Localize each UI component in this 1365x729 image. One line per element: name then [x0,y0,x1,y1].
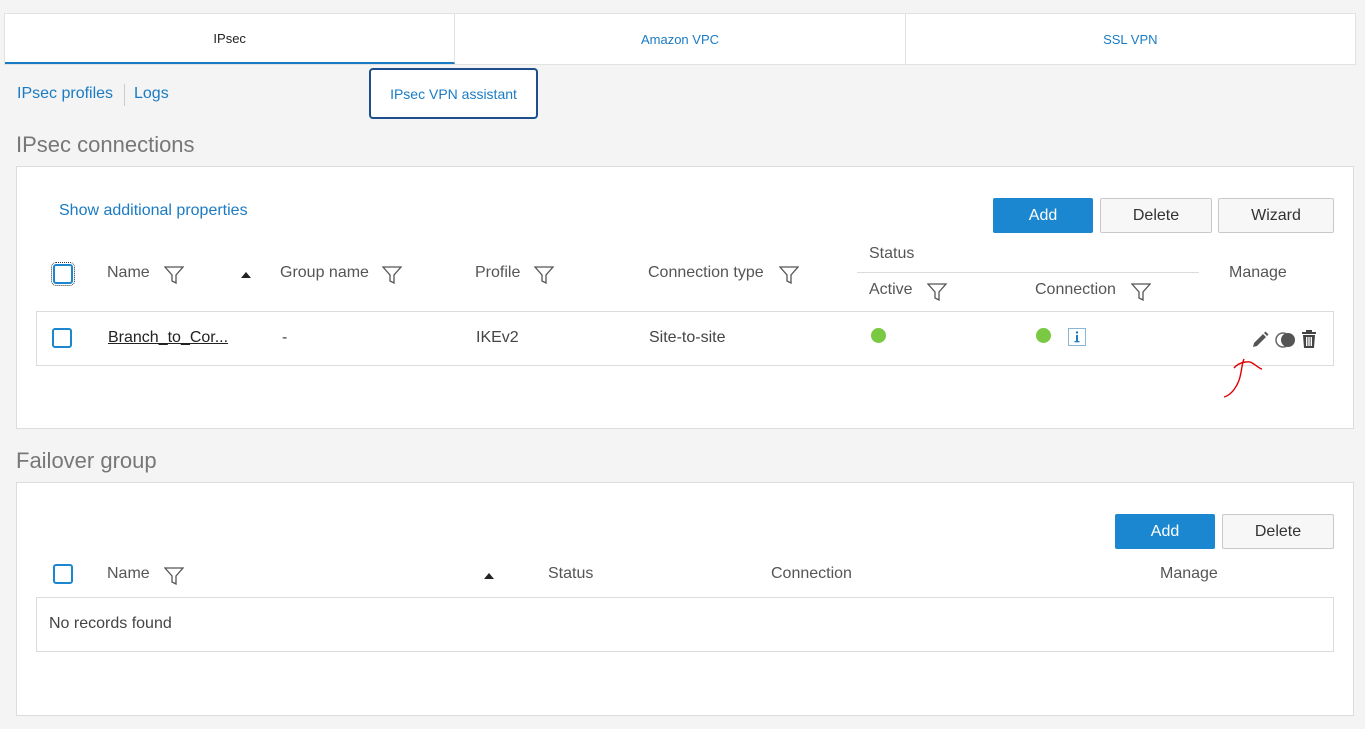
failover-column-header-name[interactable]: Name [107,565,150,583]
column-header-name[interactable]: Name [107,264,150,282]
logs-link[interactable]: Logs [134,85,169,103]
profile-filter-icon[interactable] [534,266,554,284]
trash-icon[interactable] [1300,329,1318,349]
row-checkbox[interactable] [52,328,72,348]
connection-name-link[interactable]: Branch_to_Cor... [108,329,228,347]
ipsec-profiles-link[interactable]: IPsec profiles [17,85,113,103]
ipsec-connections-title: IPsec connections [16,132,195,157]
profile-cell: IKEv2 [476,329,519,346]
tab-ssl-vpn[interactable]: SSL VPN [906,14,1355,64]
ipsec-vpn-assistant-button[interactable]: IPsec VPN assistant [369,68,538,119]
failover-name-filter-icon[interactable] [164,567,184,585]
failover-delete-button[interactable]: Delete [1222,514,1334,549]
ipsec-wizard-button[interactable]: Wizard [1218,198,1334,233]
connection-filter-icon[interactable] [1131,283,1151,301]
connection-type-cell: Site-to-site [649,329,726,346]
failover-sort-ascending-icon[interactable] [484,573,494,579]
column-header-group-name[interactable]: Group name [280,264,369,282]
connection-type-filter-icon[interactable] [779,266,799,284]
info-icon[interactable] [1068,328,1086,346]
connection-status-dot[interactable] [1036,328,1051,343]
toggle-icon[interactable] [1275,331,1297,349]
active-status-dot[interactable] [871,328,886,343]
column-header-active[interactable]: Active [869,281,913,299]
failover-column-header-connection: Connection [771,565,852,582]
active-filter-icon[interactable] [927,283,947,301]
pencil-icon[interactable] [1250,330,1270,350]
column-header-connection-type[interactable]: Connection type [648,264,764,282]
link-separator [124,84,125,106]
column-header-status: Status [869,245,915,262]
ipsec-add-button[interactable]: Add [993,198,1093,233]
failover-group-title: Failover group [16,448,157,473]
tab-ipsec[interactable]: IPsec [5,14,456,64]
group-name-cell: - [282,329,288,346]
select-all-checkbox[interactable] [51,262,75,286]
column-header-connection[interactable]: Connection [1035,281,1116,299]
column-header-profile[interactable]: Profile [475,264,520,282]
show-additional-properties-link[interactable]: Show additional properties [59,202,248,220]
failover-column-header-status: Status [548,565,594,582]
status-divider [857,272,1199,273]
tab-amazon-vpc[interactable]: Amazon VPC [455,14,906,64]
failover-empty-row [36,597,1334,652]
failover-select-all-checkbox[interactable] [53,564,73,584]
name-filter-icon[interactable] [164,266,184,284]
ipsec-delete-button[interactable]: Delete [1100,198,1212,233]
tab-bar: IPsec Amazon VPC SSL VPN [4,13,1356,65]
sort-ascending-icon[interactable] [241,272,251,278]
failover-add-button[interactable]: Add [1115,514,1215,549]
failover-column-header-manage: Manage [1160,565,1218,582]
group-filter-icon[interactable] [382,266,402,284]
column-header-manage: Manage [1229,264,1287,281]
no-records-text: No records found [49,615,172,632]
